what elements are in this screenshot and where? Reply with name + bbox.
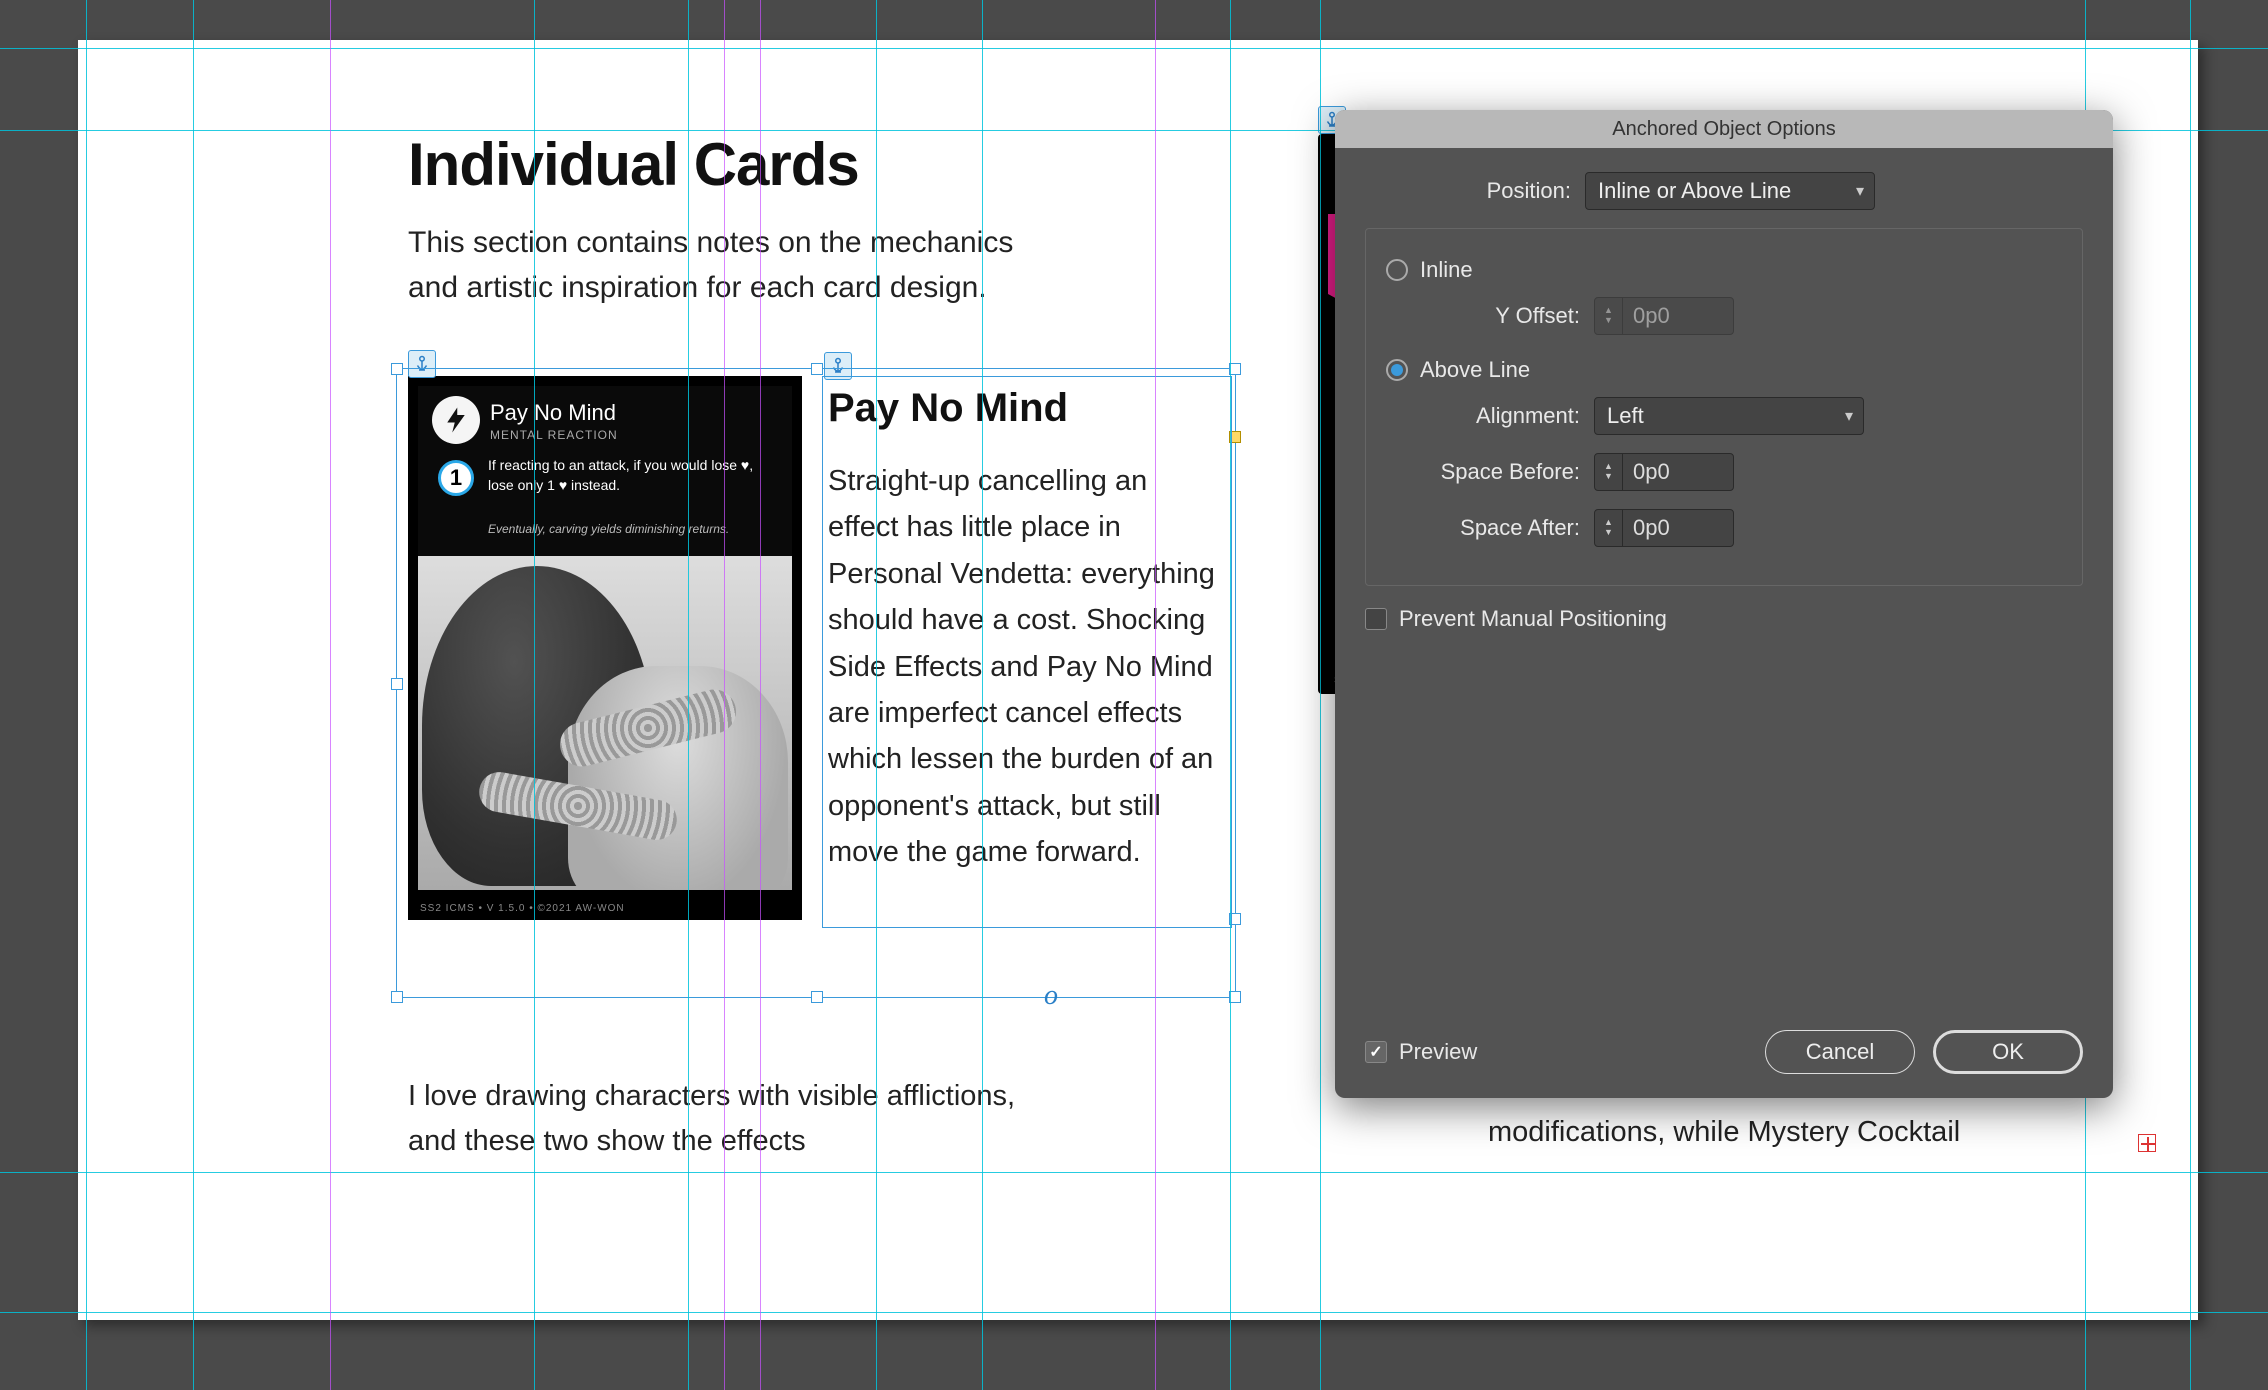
anchor-marker-icon[interactable] [824, 352, 852, 380]
cancel-button[interactable]: Cancel [1765, 1030, 1915, 1074]
position-value: Inline or Above Line [1598, 178, 1791, 204]
dialog-body: Position: Inline or Above Line Inline Y … [1335, 148, 2113, 656]
lightning-icon [432, 396, 480, 444]
column-guide[interactable] [1155, 0, 1156, 1390]
anchored-object-options-dialog[interactable]: Anchored Object Options Position: Inline… [1335, 110, 2113, 1098]
guide-vertical[interactable] [193, 0, 194, 1390]
column-guide[interactable] [760, 0, 761, 1390]
space-after-value[interactable]: 0p0 [1623, 515, 1733, 541]
guide-horizontal[interactable] [0, 1172, 2268, 1173]
guide-vertical[interactable] [2190, 0, 2191, 1390]
position-group: Inline Y Offset: ▲▼ 0p0 Above Line Align… [1365, 228, 2083, 586]
card-footer: SS2 ICMS • V 1.5.0 • ©2021 AW-WON [420, 903, 625, 914]
alignment-dropdown[interactable]: Left [1594, 397, 1864, 435]
card-artwork [418, 556, 792, 890]
guide-vertical[interactable] [534, 0, 535, 1390]
dialog-footer: Preview Cancel OK [1365, 1030, 2083, 1074]
resize-handle[interactable] [391, 678, 403, 690]
guide-vertical[interactable] [982, 0, 983, 1390]
y-offset-label: Y Offset: [1404, 303, 1594, 329]
intro-text: This section contains notes on the mecha… [408, 220, 1048, 310]
y-offset-value: 0p0 [1623, 303, 1733, 329]
ok-label: OK [1992, 1039, 2024, 1065]
space-before-stepper[interactable]: ▲▼ 0p0 [1594, 453, 1734, 491]
space-before-label: Space Before: [1404, 459, 1594, 485]
prevent-manual-checkbox[interactable] [1365, 608, 1387, 630]
guide-vertical[interactable] [86, 0, 87, 1390]
column-guide[interactable] [724, 0, 725, 1390]
guide-vertical[interactable] [688, 0, 689, 1390]
space-after-stepper[interactable]: ▲▼ 0p0 [1594, 509, 1734, 547]
guide-vertical[interactable] [1230, 0, 1231, 1390]
position-dropdown[interactable]: Inline or Above Line [1585, 172, 1875, 210]
space-before-value[interactable]: 0p0 [1623, 459, 1733, 485]
resize-handle[interactable] [811, 991, 823, 1003]
guide-horizontal[interactable] [0, 1312, 2268, 1313]
page-title: Individual Cards [408, 130, 859, 199]
card-rules-text: If reacting to an attack, if you would l… [488, 456, 782, 495]
card-cost-badge: 1 [438, 460, 474, 496]
ok-button[interactable]: OK [1933, 1030, 2083, 1074]
card-subtitle: MENTAL REACTION [490, 428, 618, 442]
baseline-glyph: o [1044, 980, 1058, 1012]
resize-handle[interactable] [391, 991, 403, 1003]
guide-horizontal[interactable] [0, 48, 2268, 49]
above-line-radio[interactable] [1386, 359, 1408, 381]
preview-label: Preview [1399, 1039, 1477, 1065]
above-line-label: Above Line [1420, 357, 1530, 383]
y-offset-stepper: ▲▼ 0p0 [1594, 297, 1734, 335]
space-after-label: Space After: [1404, 515, 1594, 541]
prevent-manual-label: Prevent Manual Positioning [1399, 606, 1667, 632]
stepper-buttons[interactable]: ▲▼ [1595, 510, 1623, 546]
card-title: Pay No Mind [490, 400, 616, 426]
section-heading: Pay No Mind [828, 386, 1068, 431]
stepper-buttons: ▲▼ [1595, 298, 1623, 334]
resize-handle[interactable] [391, 363, 403, 375]
guide-vertical[interactable] [876, 0, 877, 1390]
lower-text: I love drawing characters with visible a… [408, 1074, 1048, 1164]
body-text: Straight-up cancelling an effect has lit… [828, 458, 1218, 876]
stepper-buttons[interactable]: ▲▼ [1595, 454, 1623, 490]
alignment-value: Left [1607, 403, 1644, 429]
resize-handle[interactable] [811, 363, 823, 375]
card-header: Pay No Mind MENTAL REACTION 1 If reactin… [418, 386, 792, 556]
card-frame-pay-no-mind[interactable]: Pay No Mind MENTAL REACTION 1 If reactin… [408, 376, 802, 920]
inline-label: Inline [1420, 257, 1473, 283]
right-col-text-bottom: modifications, while Mystery Cocktail [1488, 1116, 1960, 1149]
inline-radio[interactable] [1386, 259, 1408, 281]
dialog-titlebar[interactable]: Anchored Object Options [1335, 110, 2113, 148]
position-label: Position: [1365, 178, 1585, 204]
card-inner: Pay No Mind MENTAL REACTION 1 If reactin… [418, 386, 792, 890]
preview-checkbox[interactable] [1365, 1041, 1387, 1063]
canvas[interactable]: Individual Cards This section contains n… [0, 0, 2268, 1390]
anchor-marker-icon[interactable] [408, 350, 436, 378]
guide-vertical[interactable] [1320, 0, 1321, 1390]
cancel-label: Cancel [1806, 1039, 1874, 1065]
alignment-label: Alignment: [1404, 403, 1594, 429]
column-guide[interactable] [330, 0, 331, 1390]
overset-text-icon[interactable] [2138, 1134, 2156, 1152]
card-flavor-text: Eventually, carving yields diminishing r… [488, 522, 782, 536]
